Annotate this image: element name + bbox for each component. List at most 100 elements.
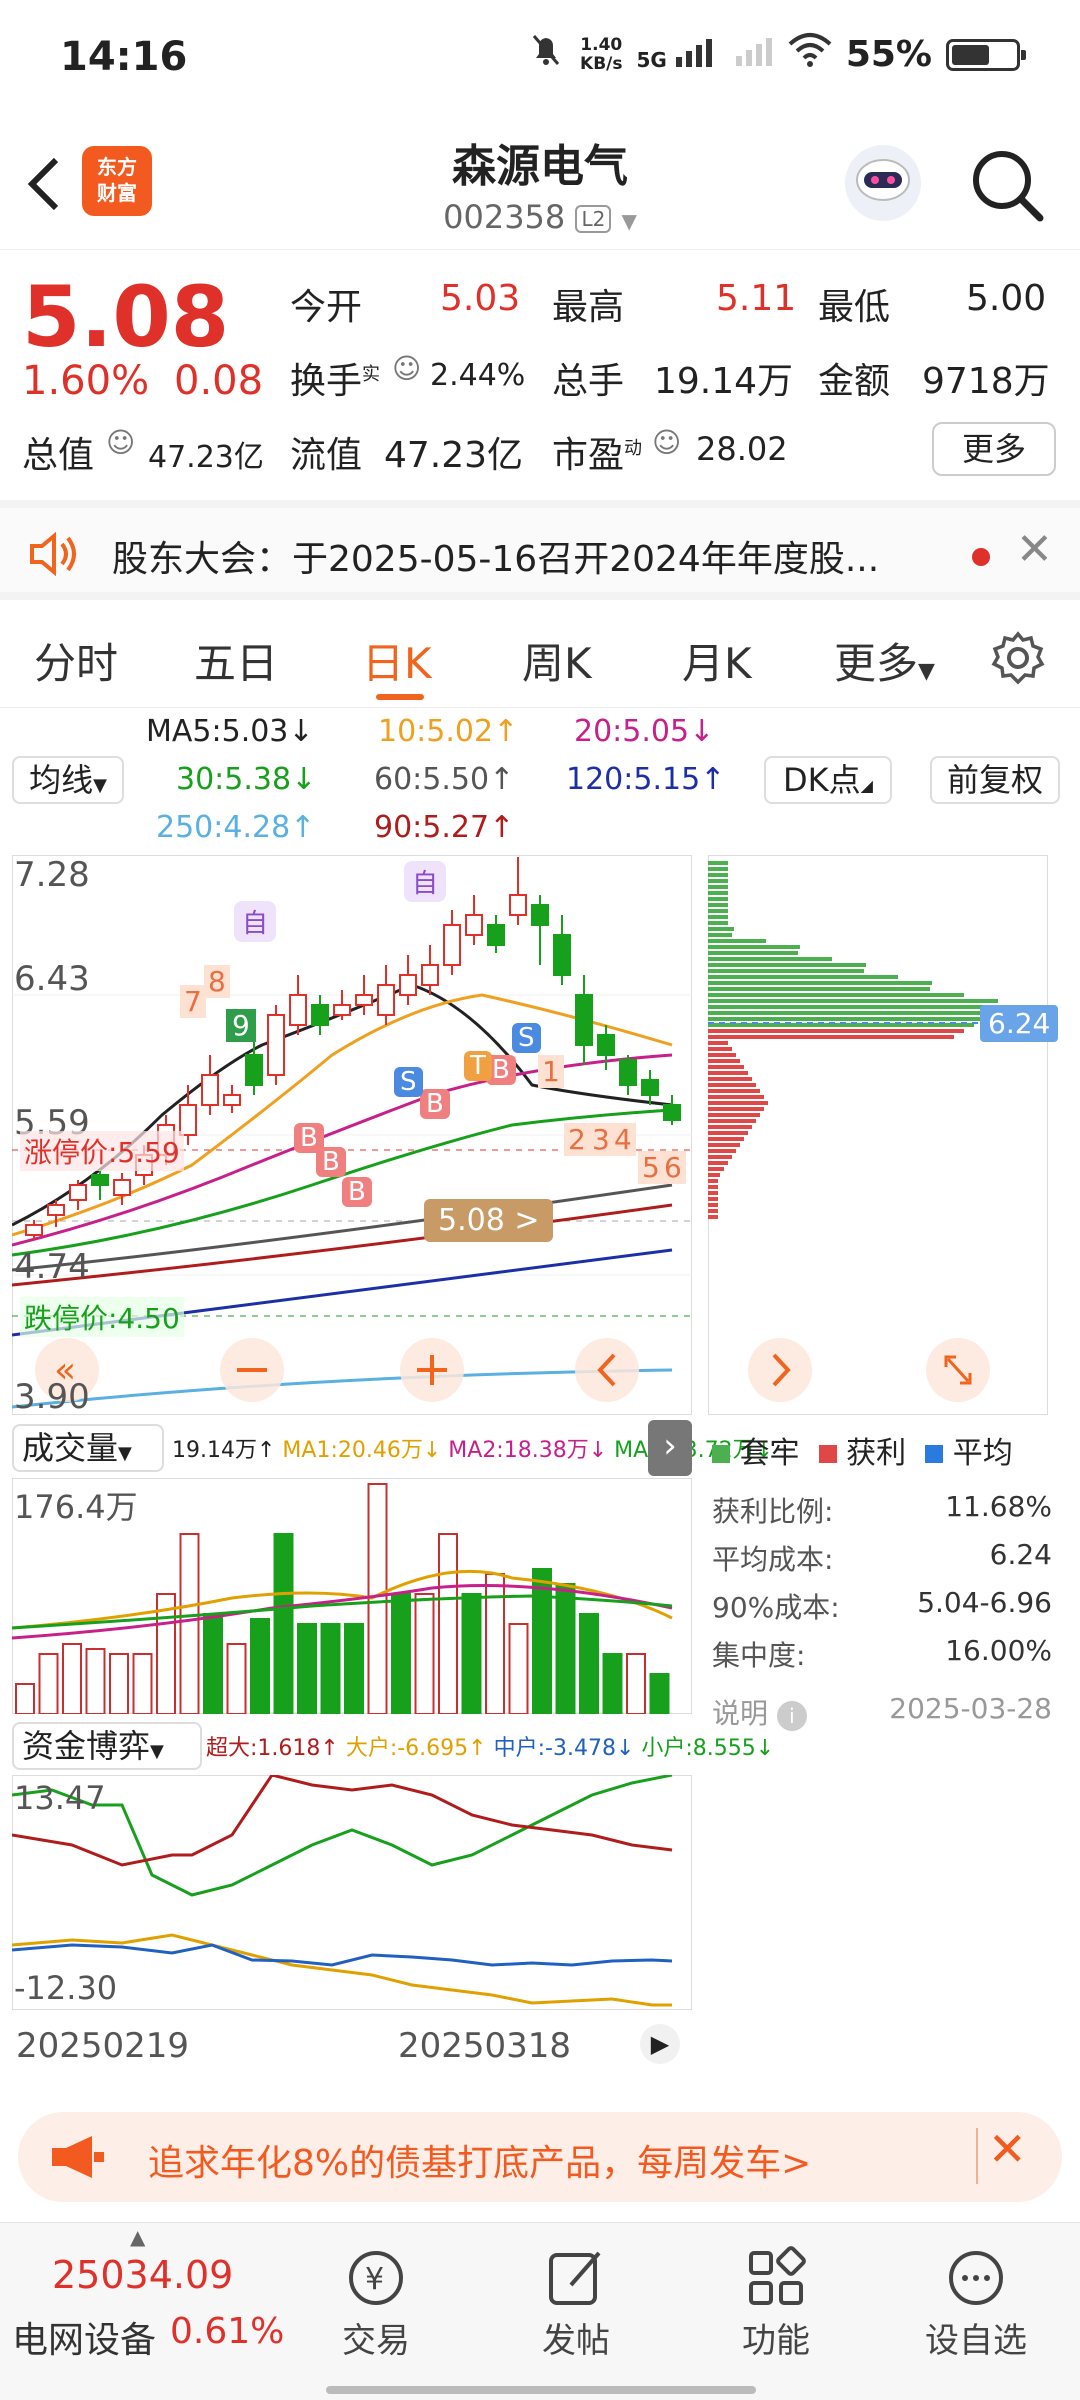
- volume-bar: [626, 1653, 646, 1715]
- td-count-mark: 2: [564, 1123, 590, 1156]
- fund-mode-select[interactable]: 资金博弈▼: [12, 1722, 202, 1770]
- volume-bar: [485, 1573, 505, 1715]
- chip-distribution[interactable]: 6.24: [707, 854, 1059, 1416]
- volume-mode-select[interactable]: 成交量▼: [12, 1424, 164, 1472]
- settings-icon[interactable]: [990, 630, 1046, 690]
- adjust-button[interactable]: 前复权: [930, 756, 1060, 804]
- y-axis-top: 7.28: [14, 855, 90, 895]
- ma20-label: 20:5.05↓: [574, 714, 715, 749]
- robot-assistant-icon[interactable]: [842, 142, 924, 228]
- tab-more[interactable]: 更多▼: [834, 630, 935, 691]
- close-icon[interactable]: ✕: [988, 2122, 1027, 2176]
- current-price-tag[interactable]: 5.08 >: [424, 1199, 554, 1242]
- info-icon[interactable]: ☺: [392, 352, 421, 385]
- info-icon[interactable]: ☺: [652, 426, 681, 459]
- volume-bar: [532, 1568, 552, 1715]
- nav-trade[interactable]: ¥ 交易: [306, 2243, 446, 2362]
- chip-bar: [708, 1077, 752, 1081]
- candle-body: [597, 1034, 615, 1056]
- chip-bar: [708, 1065, 744, 1069]
- volume-bar: [109, 1653, 129, 1715]
- volume-label: 总手: [552, 361, 625, 402]
- y-axis-min: 3.90: [14, 1377, 90, 1417]
- chip-bar: [708, 987, 930, 991]
- dropdown-icon: ▼: [621, 209, 637, 233]
- play-icon[interactable]: ▶: [640, 2024, 680, 2064]
- svg-text:¥: ¥: [365, 2262, 384, 2297]
- signal-icon: 5G: [637, 37, 720, 72]
- tab-intraday[interactable]: 分时: [34, 630, 118, 691]
- candle-body: [25, 1224, 43, 1236]
- expand-indicator-button[interactable]: ›: [648, 1420, 692, 1476]
- date-label-2: 20250318: [398, 2026, 572, 2066]
- chip-bar: [708, 867, 728, 871]
- volume-value: 19.14万: [654, 361, 794, 402]
- more-quote-button[interactable]: 更多: [932, 422, 1056, 476]
- self-select-mark: 自: [404, 861, 447, 902]
- fund-y-bottom: -12.30: [14, 1969, 118, 2007]
- volume-y-top: 176.4万: [14, 1488, 138, 1526]
- candle-body: [509, 894, 527, 916]
- last-price: 5.08: [22, 268, 230, 366]
- chip-bar: [708, 1143, 740, 1147]
- chip-bar: [708, 1047, 732, 1051]
- promo-text: 追求年化8%的债基打底产品，每周发车>: [148, 2143, 812, 2184]
- chip-bar: [708, 1209, 718, 1213]
- dk-point-button[interactable]: DK点◢: [764, 756, 892, 804]
- chip-bar: [708, 1191, 718, 1195]
- index-name[interactable]: 电网设备: [12, 2311, 156, 2363]
- tab-monthly-k[interactable]: 月K: [682, 630, 752, 691]
- info-icon: i: [776, 1701, 807, 1731]
- notice-banner[interactable]: 股东大会：于2025-05-16召开2024年年度股... ✕: [0, 500, 1080, 600]
- td-count-mark: 8: [204, 965, 230, 998]
- kline-chart[interactable]: « 7.28 6.43 5.59 4.74 3.90 涨停价:5.59 跌停价:…: [11, 854, 693, 1417]
- volume-chart[interactable]: 176.4万: [11, 1477, 693, 1715]
- speaker-icon: [26, 528, 82, 584]
- td-count-mark: 6: [660, 1151, 686, 1184]
- candle-body: [443, 924, 461, 966]
- chip-bar: [708, 1215, 718, 1219]
- nav-add-watchlist[interactable]: 设自选: [906, 2243, 1046, 2362]
- candle-body: [223, 1094, 241, 1106]
- avg-cost-row: 平均成本: 6.24: [712, 1538, 1052, 1576]
- amount-label: 金额: [818, 361, 891, 402]
- chip-note-row[interactable]: 说明 i 2025-03-28: [712, 1692, 1052, 1732]
- tab-weekly-k[interactable]: 周K: [522, 630, 592, 691]
- chip-bar: [708, 969, 864, 973]
- search-icon[interactable]: [970, 148, 1046, 228]
- info-icon[interactable]: ☺: [106, 426, 135, 459]
- candle-body: [91, 1174, 109, 1186]
- chip-bar: [708, 1107, 764, 1111]
- low-label: 最低: [818, 287, 891, 328]
- more-dots-icon: [906, 2243, 1046, 2313]
- index-value[interactable]: 25034.09: [52, 2253, 233, 2297]
- close-icon[interactable]: ✕: [1016, 524, 1053, 575]
- tab-daily-k[interactable]: 日K: [362, 630, 432, 691]
- volume-bar: [508, 1623, 529, 1715]
- pe-label: 市盈动: [552, 435, 643, 476]
- promo-banner[interactable]: 追求年化8%的债基打底产品，每周发车> ✕: [18, 2112, 1062, 2202]
- chip-bar: [708, 939, 766, 943]
- volume-bar: [344, 1623, 364, 1715]
- cost90-row: 90%成本: 5.04-6.96: [712, 1586, 1052, 1624]
- ma-mode-select[interactable]: 均线▼: [12, 756, 124, 804]
- candle-body: [663, 1104, 681, 1121]
- expand-up-icon[interactable]: ▲: [130, 2225, 145, 2249]
- net-speed: 1.40 KB/s: [580, 34, 623, 74]
- chip-bar: [708, 993, 964, 997]
- tab-five-day[interactable]: 五日: [194, 630, 278, 691]
- fund-chart[interactable]: 13.47 -12.30: [11, 1773, 693, 2011]
- nav-functions[interactable]: 功能: [706, 2243, 846, 2362]
- nav-post[interactable]: 发帖: [506, 2243, 646, 2362]
- candle-body: [399, 974, 417, 996]
- chip-bar: [708, 951, 798, 955]
- chip-bar: [708, 1185, 718, 1189]
- chip-bar: [708, 927, 734, 931]
- buy-mark: B: [342, 1177, 372, 1207]
- chip-bar: [708, 1155, 732, 1159]
- chip-legend: 套牢 获利 平均: [712, 1428, 1013, 1472]
- change-pct: 1.60%: [22, 358, 150, 404]
- change-amount: 0.08: [174, 358, 264, 404]
- concentration-row: 集中度: 16.00%: [712, 1634, 1052, 1672]
- candle-body: [355, 994, 373, 1006]
